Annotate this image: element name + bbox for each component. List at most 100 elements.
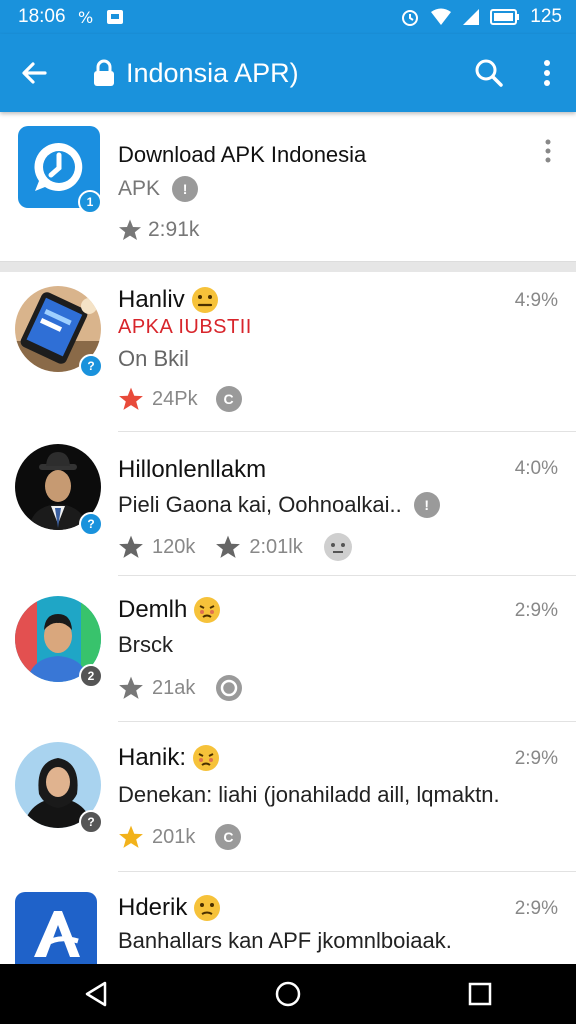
page-title: Indonsia APR) — [126, 57, 299, 88]
app-list: ? Hanliv 4:9% APKA IUBSTII On Bkil 24Pk … — [0, 272, 576, 974]
avatar: 2 — [15, 596, 103, 688]
star-icon — [119, 219, 141, 240]
nav-back-icon — [85, 981, 107, 1007]
featured-card[interactable]: 1 Download APK Indonesia APK ! 2:91k — [0, 112, 576, 262]
battery-level: 125 — [530, 6, 562, 27]
avatar: ? — [15, 444, 103, 536]
emoji-icon — [194, 597, 221, 623]
item-name: Demlh — [118, 596, 188, 623]
item-meta: 21ak — [118, 674, 243, 702]
notification-icon — [106, 8, 124, 26]
nav-home-button[interactable] — [258, 964, 318, 1024]
list-item[interactable]: ? Hanik: 2:9% Denekan: liahi (jonahiladd… — [0, 722, 576, 872]
list-item[interactable]: ? Hillonlenllakm 4:0% Pieli Gaona kai, O… — [0, 432, 576, 576]
item-badge: ? — [79, 810, 103, 834]
item-rating: 201k — [152, 825, 196, 848]
face-icon — [216, 675, 243, 701]
item-badge: 2 — [79, 664, 103, 688]
more-vert-icon — [544, 60, 550, 86]
emoji-icon — [194, 895, 221, 921]
section-divider — [0, 262, 576, 272]
item-rating-secondary: 2:01lk — [249, 535, 303, 558]
list-item[interactable]: Hderik 2:9% Banhallars kan APF jkomnlboi… — [0, 872, 576, 974]
more-vert-icon — [545, 139, 551, 163]
item-rating: 120k — [152, 535, 196, 558]
item-time: 4:0% — [514, 458, 558, 479]
item-meta: 24Pk C — [118, 386, 242, 412]
featured-more-button[interactable] — [538, 136, 558, 166]
info-icon: ! — [413, 492, 440, 518]
featured-subtitle: APK — [118, 177, 161, 200]
lock-icon — [90, 59, 118, 87]
emoji-icon — [191, 287, 218, 313]
item-subtitle: Banhallars kan APF jkomnlboiaak. — [118, 928, 452, 953]
featured-rating: 2:91k — [148, 218, 200, 241]
search-button[interactable] — [460, 34, 518, 112]
item-meta: 201k C — [118, 824, 242, 850]
nav-home-icon — [275, 981, 301, 1007]
item-time: 4:9% — [514, 290, 558, 311]
item-badge: ? — [79, 512, 103, 536]
status-bar: 18:06 % 125 — [0, 0, 576, 34]
star-icon — [216, 535, 241, 558]
item-subtitle-row: Pieli Gaona kai, Oohnoalkai.. ! — [118, 492, 440, 518]
item-subtitle: Denekan: liahi (jonahiladd aill, lqmaktn… — [118, 782, 500, 807]
item-time: 2:9% — [514, 748, 558, 769]
item-name: Hillonlenllakm — [118, 456, 267, 483]
app-bar: Indonsia APR) — [0, 34, 576, 112]
item-name-row: Hanik: — [118, 744, 220, 772]
more-options-button[interactable] — [518, 34, 576, 112]
item-subtitle: On Bkil — [118, 346, 189, 371]
item-subtitle: Brsck — [118, 632, 173, 657]
item-name: Hanik: — [118, 744, 187, 771]
data-saver-icon: % — [76, 7, 96, 27]
avatar: ? — [15, 286, 103, 378]
item-name: Hanliv — [118, 286, 185, 313]
star-icon — [119, 676, 143, 699]
info-icon: C — [215, 386, 242, 412]
status-time: 18:06 — [18, 6, 66, 27]
info-icon: ! — [172, 176, 199, 202]
avatar: ? — [15, 742, 103, 834]
featured-rating-row: 2:91k — [118, 218, 199, 242]
item-rating: 21ak — [152, 676, 196, 699]
wifi-icon — [430, 8, 452, 26]
face-icon — [323, 533, 352, 561]
star-icon — [119, 387, 143, 410]
info-icon: C — [215, 824, 242, 850]
item-name-row: Hanliv — [118, 286, 219, 314]
item-time: 2:9% — [514, 898, 558, 919]
star-icon — [119, 825, 143, 848]
nav-recents-button[interactable] — [450, 964, 510, 1024]
item-name-row: Hderik — [118, 894, 221, 922]
nav-recents-icon — [468, 982, 492, 1006]
search-icon — [475, 59, 503, 87]
item-name-row: Hillonlenllakm — [118, 456, 266, 484]
app-logo-icon — [34, 911, 80, 957]
battery-icon — [490, 9, 520, 25]
item-name-row: Demlh — [118, 596, 221, 624]
back-button[interactable] — [0, 34, 68, 112]
item-badge: ? — [79, 354, 103, 378]
featured-app-icon: 1 — [18, 126, 102, 214]
svg-text:%: % — [78, 8, 93, 27]
back-arrow-icon — [22, 62, 47, 84]
list-item[interactable]: 2 Demlh 2:9% Brsck 21ak — [0, 576, 576, 722]
featured-subtitle-row: APK ! — [118, 176, 199, 202]
item-subtitle: Pieli Gaona kai, Oohnoalkai.. — [118, 492, 402, 517]
signal-icon — [462, 8, 480, 26]
emoji-icon — [193, 745, 220, 771]
item-time: 2:9% — [514, 600, 558, 621]
alarm-icon — [400, 7, 420, 27]
nav-back-button[interactable] — [66, 964, 126, 1024]
item-rating: 24Pk — [152, 387, 198, 410]
featured-badge: 1 — [78, 190, 102, 214]
star-icon — [119, 535, 143, 558]
featured-title: Download APK Indonesia — [118, 142, 367, 167]
chat-clock-icon — [34, 142, 83, 191]
list-item[interactable]: ? Hanliv 4:9% APKA IUBSTII On Bkil 24Pk … — [0, 272, 576, 432]
item-tagline: APKA IUBSTII — [118, 316, 252, 338]
system-nav-bar — [0, 964, 576, 1024]
item-name: Hderik — [118, 894, 188, 921]
item-meta: 120k 2:01lk — [118, 532, 353, 562]
